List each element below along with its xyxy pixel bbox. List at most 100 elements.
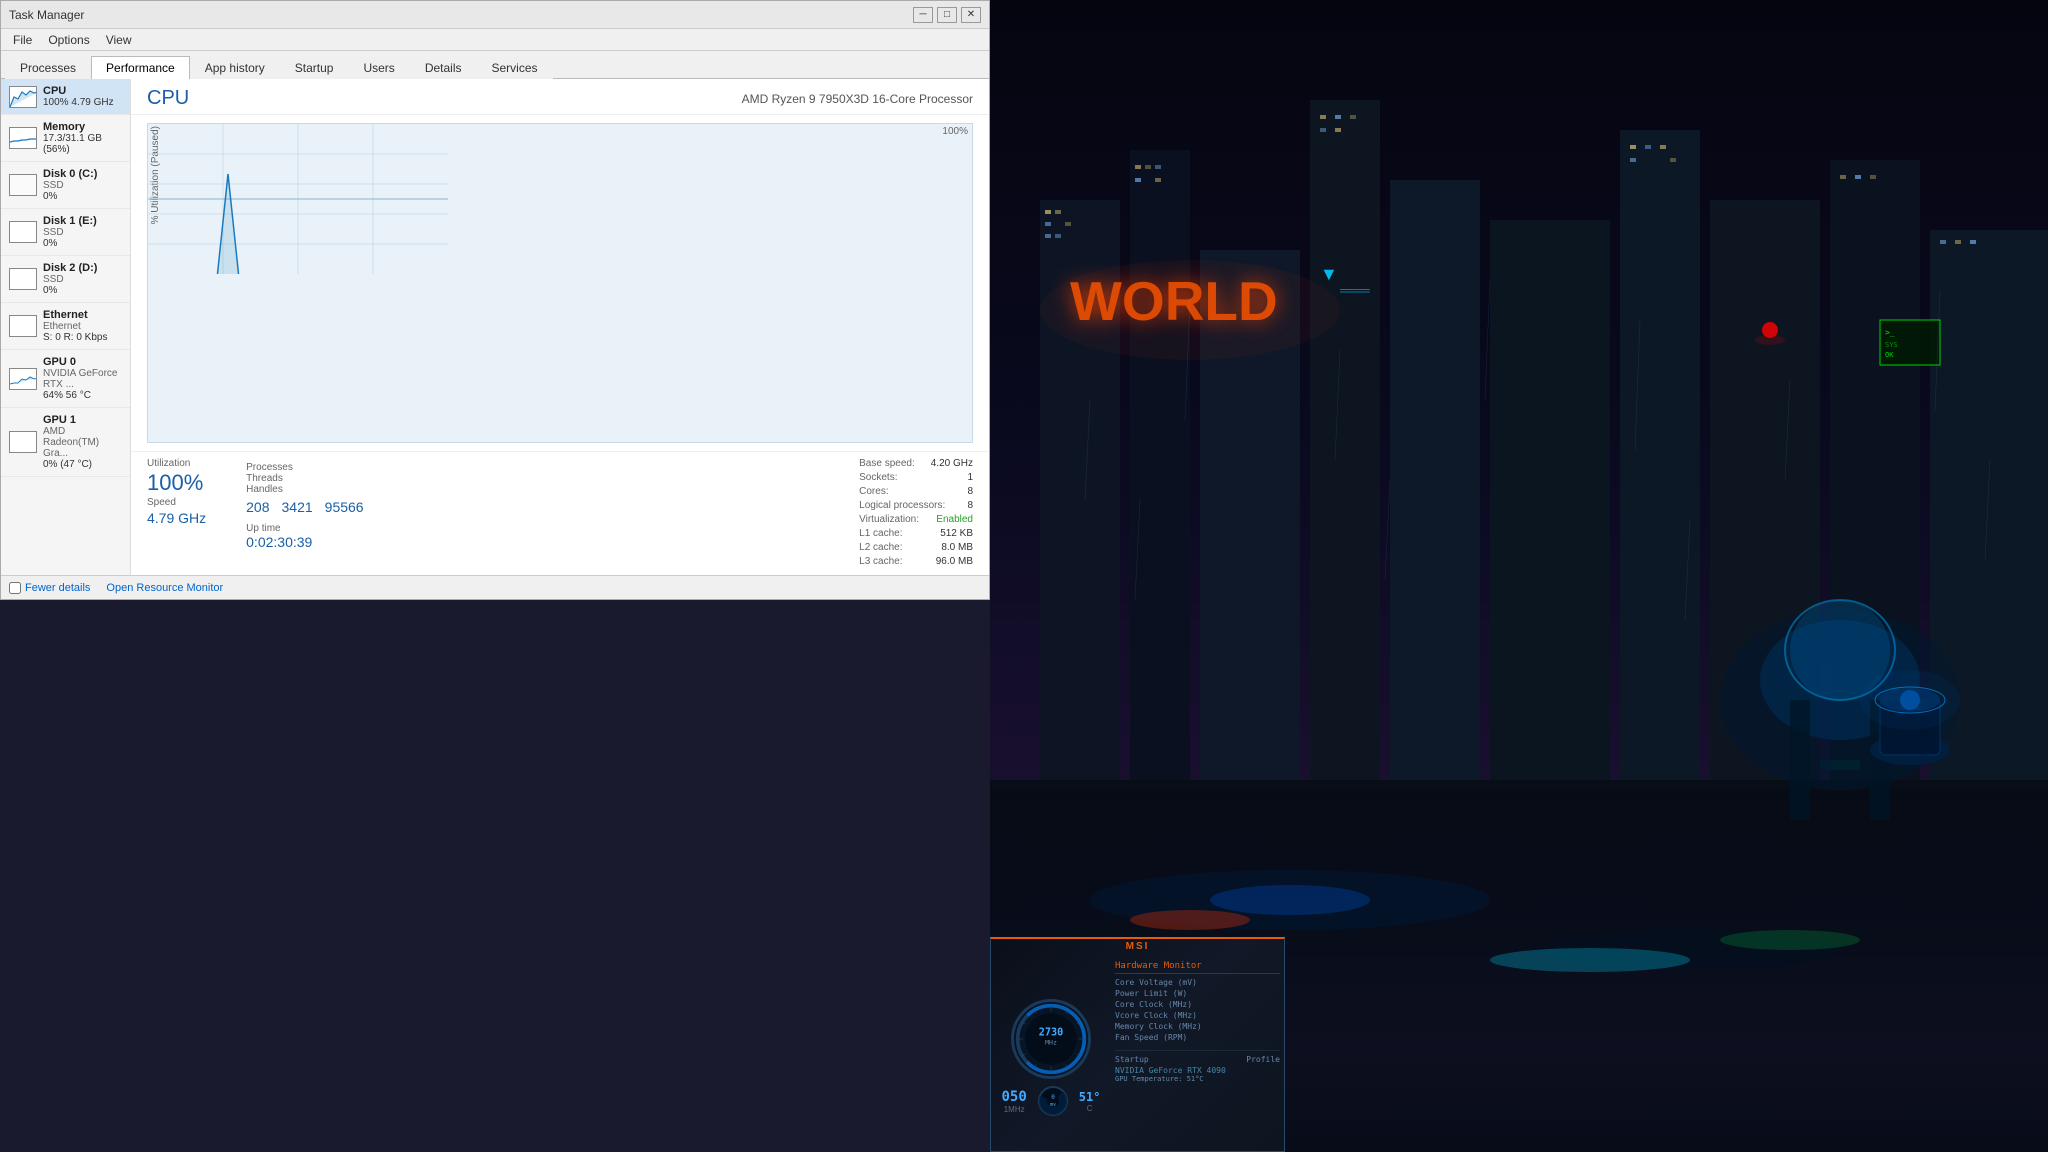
close-button[interactable]: ✕ (961, 7, 981, 23)
sidebar-disk1-type: SSD (43, 227, 122, 238)
sidebar-cpu-value: 100% 4.79 GHz (43, 97, 122, 108)
util-label: Utilization (147, 458, 206, 469)
sidebar-memory-value: 17.3/31.1 GB (56%) (43, 133, 122, 155)
sidebar-disk0-name: Disk 0 (C:) (43, 168, 122, 180)
virt-label: Virtualization: (859, 514, 919, 525)
svg-text:OK: OK (1885, 351, 1894, 359)
performance-panel: CPU AMD Ryzen 9 7950X3D 16-Core Processo… (131, 79, 989, 575)
svg-text:0: 0 (1051, 1094, 1055, 1101)
msi-data-table: Hardware Monitor Core Voltage (mV) Power… (1111, 957, 1284, 1151)
sidebar-item-ethernet[interactable]: Ethernet Ethernet S: 0 R: 0 Kbps (1, 303, 130, 350)
main-content: CPU 100% 4.79 GHz Memory 17.3/31.1 GB (5… (1, 79, 989, 575)
sidebar-item-disk2[interactable]: Disk 2 (D:) SSD 0% (1, 256, 130, 303)
msi-overlay: MSI 2730 MHz (990, 937, 1285, 1152)
spec-sockets: Sockets: 1 (859, 472, 973, 483)
l1-label: L1 cache: (859, 528, 902, 539)
speed-label: Speed (147, 497, 206, 508)
virt-value: Enabled (936, 514, 973, 525)
maximize-button[interactable]: □ (937, 7, 957, 23)
menu-options[interactable]: Options (40, 31, 97, 49)
svg-text:▼: ▼ (1320, 264, 1338, 284)
sidebar-gpu0-value: 64% 56 °C (43, 390, 122, 401)
util-value: 100% (147, 471, 206, 495)
ethernet-mini-graph (9, 315, 37, 337)
sockets-value: 1 (967, 472, 973, 483)
spec-l1: L1 cache: 512 KB (859, 528, 973, 539)
sidebar-item-disk1[interactable]: Disk 1 (E:) SSD 0% (1, 209, 130, 256)
svg-text:mv: mv (1050, 1102, 1056, 1108)
sidebar-ethernet-name: Ethernet (43, 309, 122, 321)
svg-text:>_: >_ (1885, 328, 1895, 337)
window-controls: ─ □ ✕ (913, 7, 981, 23)
sidebar-disk1-info: Disk 1 (E:) SSD 0% (43, 215, 122, 249)
msi-row-corevolt: Core Voltage (mV) (1115, 978, 1280, 987)
desktop-background: WORLD ▼ ═══ >_ SYS OK (990, 0, 2048, 1152)
sidebar: CPU 100% 4.79 GHz Memory 17.3/31.1 GB (5… (1, 79, 131, 575)
stats-area: Utilization 100% Speed 4.79 GHz Processe… (131, 451, 989, 575)
sidebar-disk0-type: SSD (43, 180, 122, 191)
sidebar-item-disk0[interactable]: Disk 0 (C:) SSD 0% (1, 162, 130, 209)
sidebar-item-gpu1[interactable]: GPU 1 AMD Radeon(TM) Gra... 0% (47 °C) (1, 408, 130, 477)
msi-gpu-name: NVIDIA GeForce RTX 4090 (1115, 1066, 1280, 1075)
graph-top-label: 100% (942, 126, 968, 137)
sidebar-gpu0-name: GPU 0 (43, 356, 122, 368)
tab-processes[interactable]: Processes (5, 56, 91, 79)
spec-l3: L3 cache: 96.0 MB (859, 556, 973, 567)
error-details-check[interactable]: Fewer details (9, 582, 90, 594)
tab-services[interactable]: Services (477, 56, 553, 79)
sidebar-memory-info: Memory 17.3/31.1 GB (56%) (43, 121, 122, 155)
memory-mini-graph (9, 127, 37, 149)
disk0-mini-graph (9, 174, 37, 196)
logical-value: 8 (967, 500, 973, 511)
msi-bottom-info: Startup Profile NVIDIA GeForce RTX 4090 … (1115, 1050, 1280, 1083)
title-bar: Task Manager ─ □ ✕ (1, 1, 989, 29)
tab-startup[interactable]: Startup (280, 56, 349, 79)
l2-value: 8.0 MB (941, 542, 973, 553)
basespeed-value: 4.20 GHz (931, 458, 973, 469)
sidebar-disk2-value: 0% (43, 285, 122, 296)
perf-title: CPU (147, 87, 189, 110)
menu-file[interactable]: File (5, 31, 40, 49)
bottom-link-resource[interactable]: Open Resource Monitor (106, 582, 223, 594)
proc-cell: Processes Threads Handles (246, 462, 293, 495)
sidebar-memory-name: Memory (43, 121, 122, 133)
msi-row-coreclock: Core Clock (MHz) (1115, 1000, 1280, 1009)
sidebar-gpu0-type: NVIDIA GeForce RTX ... (43, 368, 122, 390)
tab-details[interactable]: Details (410, 56, 477, 79)
perf-chip: AMD Ryzen 9 7950X3D 16-Core Processor (742, 92, 973, 106)
spec-basespeed: Base speed: 4.20 GHz (859, 458, 973, 469)
msi-main-gauge: 2730 MHz (1011, 999, 1091, 1079)
msi-gpu-temp: GPU Temperature: 51°C (1115, 1075, 1280, 1083)
basespeed-label: Base speed: (859, 458, 915, 469)
uptime-label: Up time (246, 523, 363, 534)
l3-label: L3 cache: (859, 556, 902, 567)
msi-temp: 51° C (1079, 1090, 1101, 1113)
logical-label: Logical processors: (859, 500, 945, 511)
msi-row-power: Power Limit (W) (1115, 989, 1280, 998)
tab-users[interactable]: Users (348, 56, 409, 79)
sidebar-disk1-value: 0% (43, 238, 122, 249)
disk2-mini-graph (9, 268, 37, 290)
sidebar-gpu1-info: GPU 1 AMD Radeon(TM) Gra... 0% (47 °C) (43, 414, 122, 470)
menu-view[interactable]: View (98, 31, 140, 49)
procs-col: Processes Threads Handles 208 3421 95566… (246, 458, 363, 567)
sidebar-item-cpu[interactable]: CPU 100% 4.79 GHz (1, 79, 130, 115)
msi-row-memclock: Memory Clock (MHz) (1115, 1022, 1280, 1031)
tab-apphistory[interactable]: App history (190, 56, 280, 79)
sidebar-item-gpu0[interactable]: GPU 0 NVIDIA GeForce RTX ... 64% 56 °C (1, 350, 130, 408)
sidebar-item-memory[interactable]: Memory 17.3/31.1 GB (56%) (1, 115, 130, 162)
error-details-checkbox[interactable] (9, 582, 21, 594)
handles-label: Handles (246, 484, 293, 495)
spec-cores: Cores: 8 (859, 486, 973, 497)
msi-gauge-area: 2730 MHz (991, 953, 1111, 1152)
svg-text:2730: 2730 (1039, 1027, 1063, 1038)
minimize-button[interactable]: ─ (913, 7, 933, 23)
task-manager-window: Task Manager ─ □ ✕ File Options View Pro… (0, 0, 990, 600)
sidebar-disk2-info: Disk 2 (D:) SSD 0% (43, 262, 122, 296)
spec-l2: L2 cache: 8.0 MB (859, 542, 973, 553)
msi-content: MSI 2730 MHz (991, 939, 1284, 1151)
l1-value: 512 KB (940, 528, 973, 539)
sidebar-gpu1-type: AMD Radeon(TM) Gra... (43, 426, 122, 459)
tab-performance[interactable]: Performance (91, 56, 190, 79)
l2-label: L2 cache: (859, 542, 902, 553)
